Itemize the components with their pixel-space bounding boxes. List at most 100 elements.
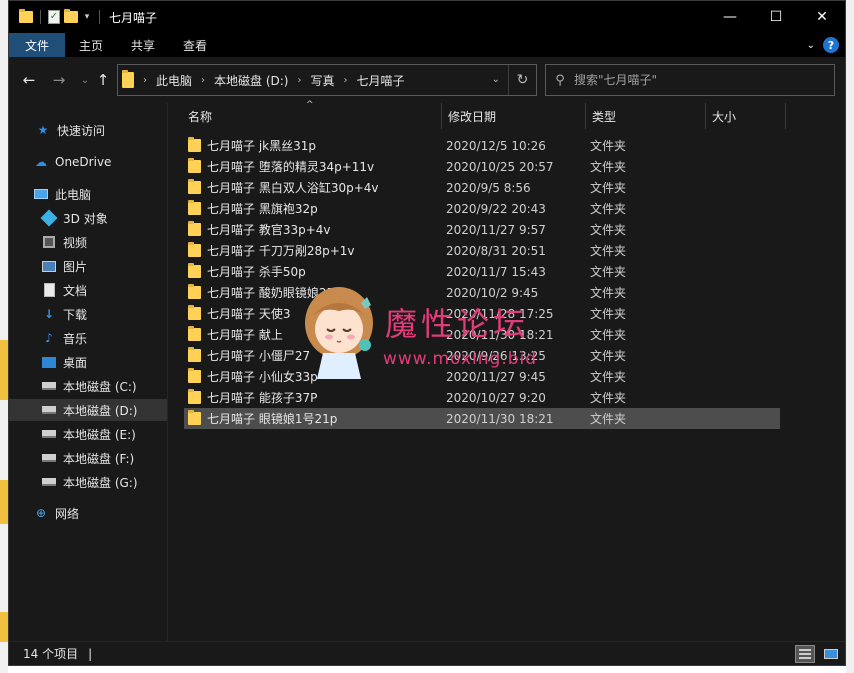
nav-item-label: 本地磁盘 (C:) — [63, 379, 137, 394]
customize-toolbar-icon[interactable]: ▾ — [82, 12, 92, 22]
title-bar[interactable]: ✓ ▾ 七月喵子 — ☐ ✕ — [9, 1, 845, 33]
folder-icon — [188, 410, 201, 425]
breadcrumb-chevron-icon[interactable]: › — [201, 75, 205, 86]
breadcrumb-chevron-icon[interactable]: › — [344, 75, 348, 86]
file-type: 文件夹 — [590, 391, 627, 405]
recent-locations-button[interactable]: ⌄ — [75, 70, 95, 90]
forward-button[interactable]: → — [49, 70, 69, 90]
breadcrumb-current[interactable]: 七月喵子 — [357, 72, 405, 89]
nav-this-pc[interactable]: 此电脑 — [9, 183, 167, 205]
file-row-selected[interactable]: 七月喵子 眼镜娘1号21p 2020/11/30 18:21 文件夹 — [184, 408, 780, 429]
details-view-button[interactable] — [795, 645, 815, 663]
minimize-button[interactable]: — — [707, 1, 753, 33]
drive-icon — [41, 474, 57, 490]
breadcrumb-photos[interactable]: 写真 — [310, 72, 334, 89]
tab-share[interactable]: 共享 — [117, 33, 169, 57]
tab-file[interactable]: 文件 — [9, 33, 66, 57]
folder-icon — [188, 326, 201, 341]
quick-access-toolbar: ✓ ▾ — [19, 9, 103, 24]
nav-item-label: 音乐 — [63, 331, 88, 346]
folder-icon — [188, 179, 201, 194]
download-arrow-icon: ↓ — [43, 307, 55, 321]
file-date: 2020/9/5 8:56 — [446, 180, 531, 195]
nav-item-label: 3D 对象 — [63, 211, 108, 226]
nav-drive-e[interactable]: 本地磁盘 (E:) — [9, 423, 167, 445]
watermark-url: www.moxing.bid — [383, 349, 538, 369]
file-row[interactable]: 七月喵子 黑白双人浴缸30p+4v 2020/9/5 8:56 文件夹 — [184, 177, 780, 198]
nav-quick-access[interactable]: ★ 快速访问 — [9, 119, 167, 141]
file-row[interactable]: 七月喵子 jk黑丝31p 2020/12/5 10:26 文件夹 — [184, 135, 780, 156]
nav-music[interactable]: ♪ 音乐 — [9, 327, 167, 349]
nav-videos[interactable]: 视频 — [9, 231, 167, 253]
folder-icon — [19, 9, 33, 23]
file-row[interactable]: 七月喵子 千刀万剐28p+1v 2020/8/31 20:51 文件夹 — [184, 240, 780, 261]
search-box[interactable]: ⚲ — [545, 64, 835, 96]
nav-item-label: 图片 — [63, 259, 88, 274]
nav-drive-f[interactable]: 本地磁盘 (F:) — [9, 447, 167, 469]
window-title: 七月喵子 — [109, 10, 158, 25]
column-header-type[interactable]: 类型 — [586, 103, 706, 129]
refresh-button[interactable]: ↻ — [508, 65, 536, 95]
nav-downloads[interactable]: ↓ 下载 — [9, 303, 167, 325]
breadcrumb-drive-d[interactable]: 本地磁盘 (D:) — [214, 72, 288, 89]
nav-drive-c[interactable]: 本地磁盘 (C:) — [9, 375, 167, 397]
close-button[interactable]: ✕ — [799, 1, 845, 33]
new-folder-icon[interactable] — [64, 9, 78, 23]
nav-drive-d[interactable]: 本地磁盘 (D:) — [9, 399, 167, 421]
breadcrumb-chevron-icon[interactable]: › — [143, 75, 147, 86]
nav-item-label: 下载 — [63, 307, 88, 322]
file-date: 2020/8/31 20:51 — [446, 243, 546, 258]
file-row[interactable]: 七月喵子 堕落的精灵34p+11v 2020/10/25 20:57 文件夹 — [184, 156, 780, 177]
navigation-pane: ★ 快速访问 ☁ OneDrive 此电脑 3D 对象 视频 图片 文档 ↓ 下… — [9, 103, 167, 641]
folder-icon — [188, 347, 201, 362]
folder-icon — [188, 221, 201, 236]
cloud-icon: ☁ — [35, 155, 47, 169]
file-type: 文件夹 — [590, 223, 627, 237]
breadcrumb-chevron-icon[interactable]: › — [297, 75, 301, 86]
tab-view[interactable]: 查看 — [169, 33, 221, 57]
tab-home[interactable]: 主页 — [65, 33, 117, 57]
breadcrumb-this-pc[interactable]: 此电脑 — [156, 72, 192, 89]
search-icon: ⚲ — [555, 72, 565, 88]
address-bar[interactable]: › 此电脑 › 本地磁盘 (D:) › 写真 › 七月喵子 ⌄ ↻ — [117, 64, 537, 96]
nav-drive-g[interactable]: 本地磁盘 (G:) — [9, 471, 167, 493]
folder-icon — [188, 368, 201, 383]
up-button[interactable]: ↑ — [93, 70, 113, 90]
file-row[interactable]: 七月喵子 教官33p+4v 2020/11/27 9:57 文件夹 — [184, 219, 780, 240]
help-icon[interactable]: ? — [823, 37, 839, 53]
address-dropdown-icon[interactable]: ⌄ — [492, 74, 500, 85]
file-row[interactable]: 七月喵子 能孩子37P 2020/10/27 9:20 文件夹 — [184, 387, 780, 408]
expand-ribbon-icon[interactable]: ⌄ — [807, 40, 815, 51]
file-name: 七月喵子 教官33p+4v — [207, 223, 331, 237]
file-date: 2020/12/5 10:26 — [446, 138, 546, 153]
column-header-date[interactable]: 修改日期 — [442, 103, 586, 129]
folder-icon — [188, 263, 201, 278]
column-header-name[interactable]: 名称 — [182, 103, 442, 129]
nav-item-label: 桌面 — [63, 355, 88, 370]
nav-desktop[interactable]: 桌面 — [9, 351, 167, 373]
picture-icon — [41, 258, 57, 274]
nav-3d-objects[interactable]: 3D 对象 — [9, 207, 167, 229]
desktop-icon — [41, 354, 57, 370]
column-header-size[interactable]: 大小 — [706, 103, 786, 129]
nav-documents[interactable]: 文档 — [9, 279, 167, 301]
nav-pictures[interactable]: 图片 — [9, 255, 167, 277]
explorer-window: ✓ ▾ 七月喵子 — ☐ ✕ 文件 主页 共享 查看 ⌄ ? ← → ⌄ ↑ ›… — [8, 0, 846, 666]
address-row: ← → ⌄ ↑ › 此电脑 › 本地磁盘 (D:) › 写真 › 七月喵子 ⌄ … — [9, 57, 845, 103]
maximize-button[interactable]: ☐ — [753, 1, 799, 33]
properties-icon[interactable]: ✓ — [48, 10, 60, 24]
file-name: 七月喵子 黑旗袍32p — [207, 202, 318, 216]
file-row[interactable]: 七月喵子 杀手50p 2020/11/7 15:43 文件夹 — [184, 261, 780, 282]
file-row[interactable]: 七月喵子 黑旗袍32p 2020/9/22 20:43 文件夹 — [184, 198, 780, 219]
ribbon-right: ⌄ ? — [807, 37, 839, 53]
nav-item-label: 本地磁盘 (F:) — [63, 451, 135, 466]
search-input[interactable] — [574, 73, 814, 87]
nav-item-label: 本地磁盘 (G:) — [63, 475, 138, 490]
nav-network[interactable]: ⊕ 网络 — [9, 502, 167, 524]
nav-onedrive[interactable]: ☁ OneDrive — [9, 151, 167, 173]
back-button[interactable]: ← — [19, 70, 39, 90]
large-icons-view-button[interactable] — [821, 645, 841, 663]
file-name: 七月喵子 眼镜娘1号21p — [207, 412, 338, 426]
file-name: 七月喵子 杀手50p — [207, 265, 306, 279]
watermark: 魔性论坛 www.moxing.bid — [299, 281, 579, 381]
